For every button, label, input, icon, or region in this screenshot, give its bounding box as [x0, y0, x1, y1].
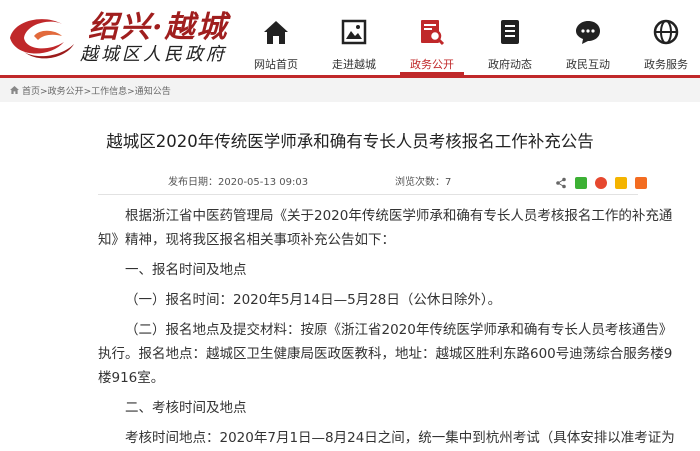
- article-paragraph: 根据浙江省中医药管理局《关于2020年传统医学师承和确有专长人员考核报名工作的补…: [98, 208, 673, 248]
- site-header: 绍兴·越城 越城区人民政府 网站首页 走进越城 政务公开 政府动态 政民互动 政…: [0, 0, 700, 75]
- title-divider: [98, 194, 638, 195]
- share-bar: [555, 172, 650, 189]
- article-heading: 二、考核时间及地点: [125, 400, 247, 416]
- view-count: 浏览次数：7: [395, 173, 451, 188]
- main-nav: 网站首页 走进越城 政务公开 政府动态 政民互动 政务服务: [240, 0, 700, 75]
- plus-icon[interactable]: [635, 176, 648, 189]
- article-paragraph: （二）报名地点及提交材料：按原《浙江省2020年传统医学师承和确有专长人员考核通…: [98, 322, 673, 386]
- nav-label-news: 政府动态: [488, 58, 532, 71]
- publish-date-value: 2020-05-13 09:03: [218, 177, 309, 188]
- nav-item-about[interactable]: 走进越城: [318, 0, 390, 72]
- nav-item-services[interactable]: 政务服务: [630, 0, 700, 72]
- nav-label-home: 网站首页: [254, 58, 298, 71]
- article-heading: 一、报名时间及地点: [125, 262, 247, 278]
- qzone-icon[interactable]: [615, 176, 628, 189]
- service-globe-icon: [653, 19, 679, 45]
- breadcrumb-item-gov-info[interactable]: 政务公开: [48, 87, 84, 97]
- logo-swirl-icon: [10, 19, 74, 59]
- share-icon[interactable]: [555, 177, 567, 189]
- breadcrumb: 首页>政务公开>工作信息>通知公告: [0, 78, 700, 102]
- search-document-icon: [421, 20, 445, 46]
- nav-label-about: 走进越城: [332, 58, 376, 71]
- breadcrumb-item-notices[interactable]: 通知公告: [135, 87, 171, 97]
- site-logo[interactable]: 绍兴·越城 越城区人民政府: [0, 0, 250, 75]
- breadcrumb-home-icon: [10, 86, 19, 94]
- nav-item-gov-info[interactable]: 政务公开: [396, 0, 468, 75]
- breadcrumb-path: 首页>政务公开>工作信息>通知公告: [22, 84, 171, 97]
- breadcrumb-item-work-info[interactable]: 工作信息: [91, 87, 127, 97]
- breadcrumb-item-home[interactable]: 首页: [22, 87, 40, 97]
- view-count-value: 7: [445, 177, 452, 188]
- weibo-icon[interactable]: [595, 176, 608, 189]
- gallery-icon: [341, 19, 367, 45]
- view-count-label: 浏览次数：: [395, 177, 445, 188]
- breadcrumb-separator: >: [127, 87, 135, 97]
- article-body: 根据浙江省中医药管理局《关于2020年传统医学师承和确有专长人员考核报名工作的补…: [98, 204, 678, 450]
- news-document-icon: [501, 20, 519, 44]
- nav-item-home[interactable]: 网站首页: [240, 0, 312, 72]
- nav-item-interaction[interactable]: 政民互动: [552, 0, 624, 72]
- wechat-icon[interactable]: [575, 176, 588, 189]
- home-icon: [264, 21, 288, 44]
- nav-item-news[interactable]: 政府动态: [474, 0, 546, 72]
- publish-date-label: 发布日期：: [168, 177, 218, 188]
- nav-label-interaction: 政民互动: [566, 58, 610, 71]
- article-paragraph: 考核时间地点：2020年7月1日—8月24日之间，统一集中到杭州考试（具体安排以…: [125, 430, 675, 446]
- article-paragraph: （一）报名时间：2020年5月14日—5月28日（公休日除外）。: [125, 292, 502, 308]
- article-title: 越城区2020年传统医学师承和确有专长人员考核报名工作补充公告: [106, 132, 594, 151]
- breadcrumb-separator: >: [40, 87, 48, 97]
- publish-date: 发布日期：2020-05-13 09:03: [168, 173, 308, 188]
- site-subtitle: 越城区人民政府: [80, 44, 227, 65]
- nav-label-gov-info: 政务公开: [410, 58, 454, 71]
- chat-bubble-icon: [576, 21, 600, 44]
- nav-label-services: 政务服务: [644, 58, 688, 71]
- breadcrumb-separator: >: [83, 87, 92, 97]
